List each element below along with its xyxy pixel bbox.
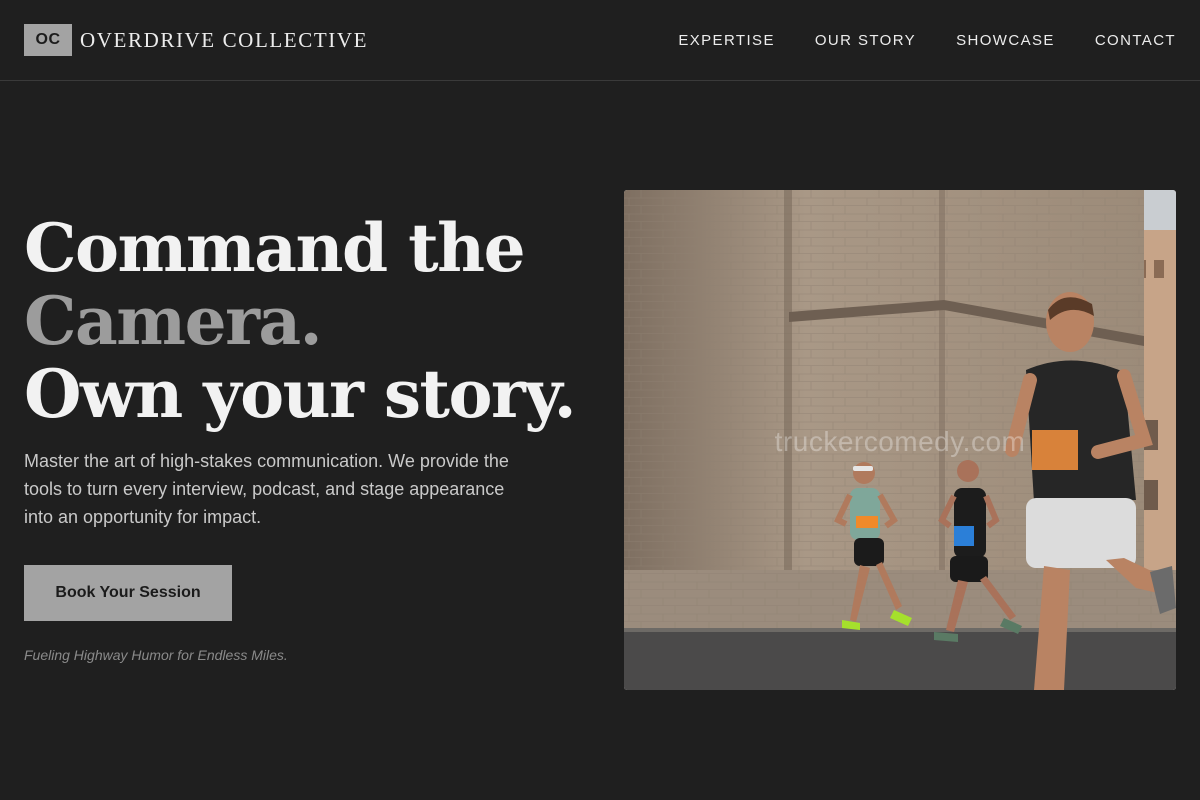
headline-line-2: Camera. — [24, 282, 323, 360]
main-nav: EXPERTISE OUR STORY SHOWCASE CONTACT — [678, 32, 1176, 49]
hero-section: Command the Camera. Own your story. Mast… — [24, 212, 584, 663]
nav-link-showcase[interactable]: SHOWCASE — [956, 32, 1055, 49]
book-session-button[interactable]: Book Your Session — [24, 565, 232, 621]
hero-photo: truckercomedy.com — [624, 190, 1176, 690]
brand-logo-link[interactable]: OC OVERDRIVE COLLECTIVE — [24, 24, 368, 56]
logo-mark: OC — [24, 24, 72, 56]
brand-name: OVERDRIVE COLLECTIVE — [80, 27, 369, 52]
nav-link-contact[interactable]: CONTACT — [1095, 32, 1176, 49]
nav-link-expertise[interactable]: EXPERTISE — [678, 32, 775, 49]
headline-line-3: Own your story. — [24, 355, 577, 433]
headline-line-1: Command the — [24, 209, 526, 287]
hero-tagline: Fueling Highway Humor for Endless Miles. — [24, 647, 288, 663]
hero-subcopy: Master the art of high-stakes communicat… — [24, 451, 509, 527]
site-header: OC OVERDRIVE COLLECTIVE EXPERTISE OUR ST… — [0, 0, 1200, 81]
nav-link-our-story[interactable]: OUR STORY — [815, 32, 916, 49]
runners-illustration — [624, 190, 1176, 690]
hero-headline: Command the Camera. Own your story. — [24, 212, 584, 431]
